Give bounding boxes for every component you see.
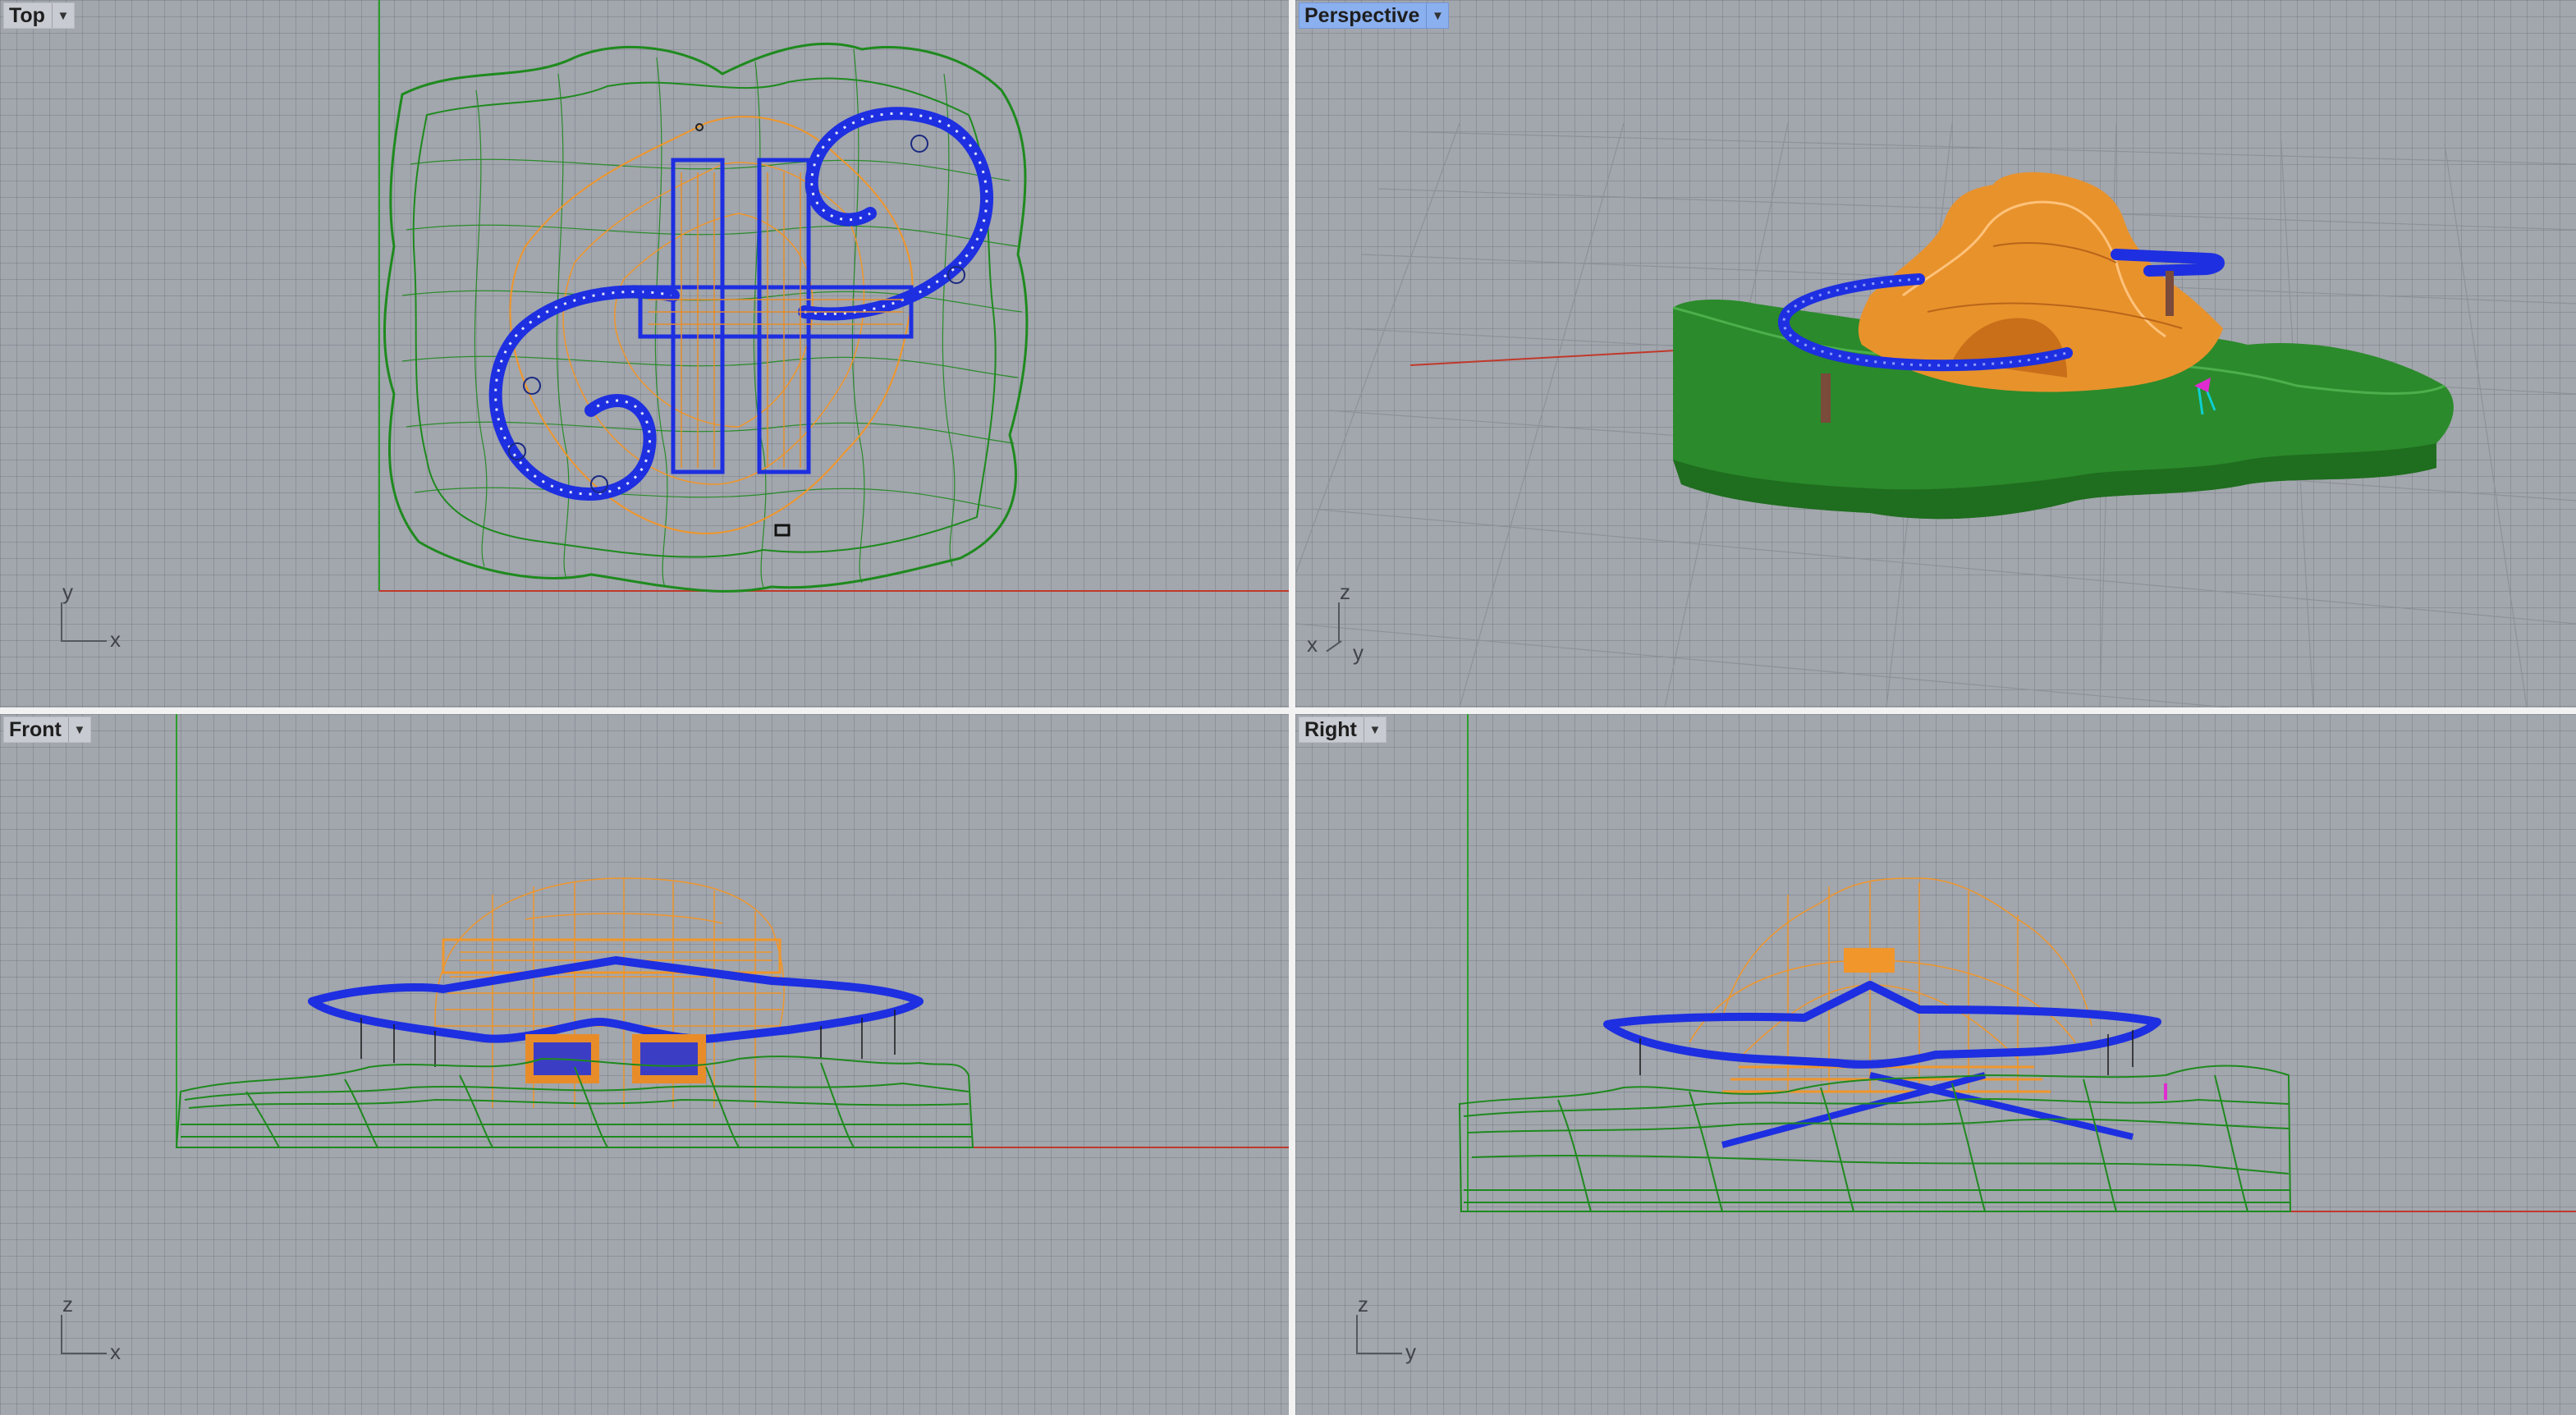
viewport-title: Front bbox=[9, 718, 62, 741]
column-markers bbox=[508, 135, 965, 493]
axis-label-horizontal: x bbox=[110, 1339, 121, 1364]
terrain-mesh bbox=[401, 48, 1023, 588]
perspective-view-drawing bbox=[1295, 122, 2576, 708]
viewport-tab-top[interactable]: Top ▼ bbox=[3, 2, 75, 29]
viewport-top[interactable]: Top ▼ y x bbox=[0, 0, 1289, 708]
ramp-wireframe bbox=[1603, 981, 2161, 1148]
right-view-drawing bbox=[1458, 714, 2576, 1212]
entrance-marker bbox=[774, 524, 791, 537]
axis-label-vertical: z bbox=[1358, 1292, 1368, 1317]
axes-indicator: z y bbox=[1350, 1292, 1440, 1364]
viewport-front[interactable]: Front ▼ z x bbox=[0, 714, 1289, 1415]
front-view-drawing bbox=[175, 714, 1289, 1148]
top-view-drawing bbox=[378, 0, 1289, 593]
axes-indicator: z x y bbox=[1307, 579, 1422, 665]
x-axis-line bbox=[1409, 348, 1707, 366]
chevron-down-icon[interactable]: ▼ bbox=[1426, 3, 1448, 28]
axis-label-horizontal: y bbox=[1405, 1339, 1416, 1364]
viewport-right[interactable]: Right ▼ z y bbox=[1295, 714, 2576, 1415]
viewport-tab-front[interactable]: Front ▼ bbox=[3, 717, 91, 743]
roof-wireframe bbox=[434, 877, 785, 1108]
chevron-down-icon[interactable]: ▼ bbox=[1363, 717, 1386, 742]
axis-label-y: y bbox=[1353, 640, 1364, 665]
axes-indicator: z x bbox=[54, 1292, 144, 1364]
axis-label-x: x bbox=[1307, 632, 1318, 657]
viewport-title: Top bbox=[9, 4, 45, 27]
viewport-tab-right[interactable]: Right ▼ bbox=[1299, 717, 1387, 743]
axis-label-vertical: z bbox=[62, 1292, 73, 1317]
axis-label-horizontal: x bbox=[110, 627, 121, 652]
chevron-down-icon[interactable]: ▼ bbox=[51, 3, 74, 28]
chevron-down-icon[interactable]: ▼ bbox=[67, 717, 90, 742]
axis-label-vertical: y bbox=[62, 579, 73, 604]
ramp-outline bbox=[488, 107, 994, 501]
viewport-perspective[interactable]: Perspective ▼ z x y bbox=[1295, 0, 2576, 708]
viewport-title: Perspective bbox=[1304, 4, 1420, 27]
viewport-title: Right bbox=[1304, 718, 1357, 741]
axis-label-z: z bbox=[1340, 579, 1350, 604]
viewport-tab-perspective[interactable]: Perspective ▼ bbox=[1299, 2, 1450, 29]
terrain-outline bbox=[383, 42, 1029, 593]
axes-indicator: y x bbox=[54, 579, 144, 652]
